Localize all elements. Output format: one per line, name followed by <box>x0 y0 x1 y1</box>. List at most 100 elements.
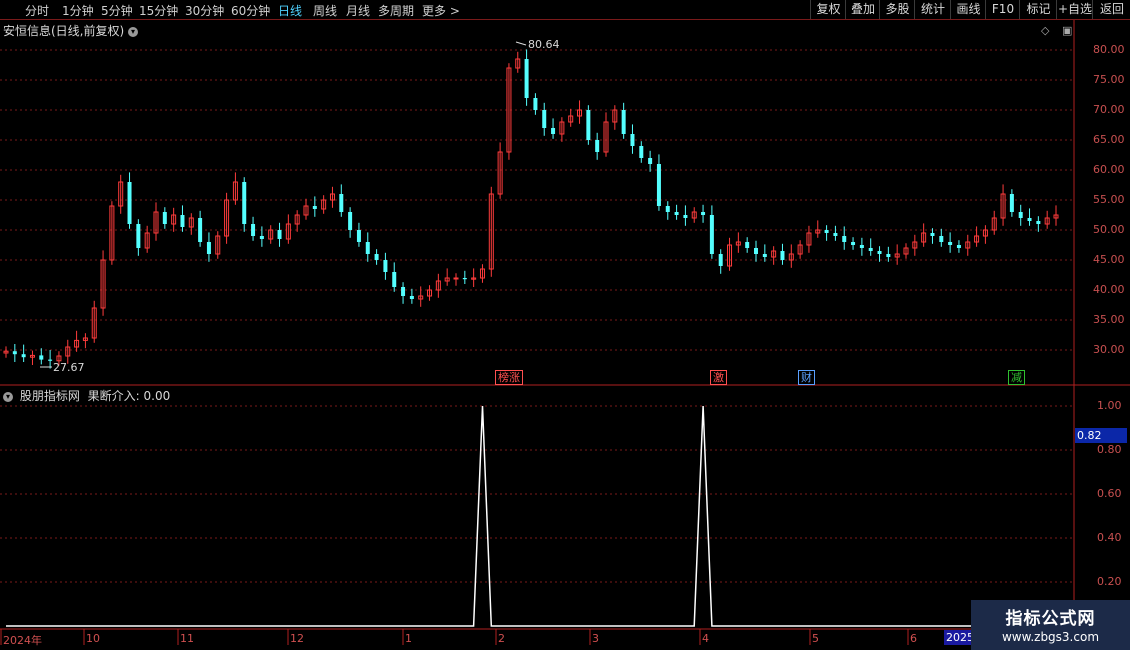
candle-body <box>312 206 317 209</box>
indicator-y-tick-label: 0.60 <box>1097 487 1122 500</box>
high-price-label: 80.64 <box>528 38 560 51</box>
candle-body <box>780 251 785 260</box>
date-tick-label: 3 <box>592 632 599 645</box>
candle-body <box>674 212 679 215</box>
candle-body <box>12 351 17 355</box>
candle-body <box>453 277 459 280</box>
candle-body <box>48 359 53 361</box>
candle-body <box>1036 221 1041 224</box>
low-price-label: 27.67 <box>53 361 85 374</box>
candle-body <box>956 245 961 248</box>
candle-body <box>930 233 935 236</box>
date-tick-label: 1 <box>405 632 412 645</box>
candle-body <box>242 182 247 224</box>
date-tick-label: 12 <box>290 632 304 645</box>
y-tick-label: 60.00 <box>1093 163 1125 176</box>
y-tick-label: 70.00 <box>1093 103 1125 116</box>
candle-body <box>401 287 406 296</box>
chevron-down-icon[interactable]: ▾ <box>3 391 13 402</box>
candle-body <box>595 140 600 152</box>
candle-body <box>621 110 626 134</box>
candle-body <box>374 254 379 260</box>
candle-body <box>551 128 556 134</box>
candle-body <box>859 245 864 248</box>
candle-body <box>21 354 26 358</box>
candle-body <box>1009 194 1014 212</box>
y-tick-label: 40.00 <box>1093 283 1125 296</box>
event-marker-2[interactable]: 财 <box>798 370 815 385</box>
y-tick-label: 45.00 <box>1093 253 1125 266</box>
candle-body <box>833 233 838 236</box>
candle-body <box>180 215 185 227</box>
candle-body <box>409 296 414 299</box>
watermark: 指标公式网 www.zbgs3.com <box>971 600 1130 650</box>
candle-body <box>754 248 758 254</box>
candle-body <box>206 242 211 254</box>
indicator-y-tick-label: 0.20 <box>1097 575 1122 588</box>
date-tick-label: 2024年 <box>3 634 42 647</box>
high-pointer <box>515 41 527 46</box>
y-tick-label: 30.00 <box>1093 343 1125 356</box>
candle-body <box>656 164 661 206</box>
candle-body <box>718 254 723 266</box>
candle-body <box>630 134 635 146</box>
date-tick-label: 11 <box>180 632 194 645</box>
indicator-name: 股朋指标网 <box>19 389 80 403</box>
event-marker-3[interactable]: 减 <box>1008 370 1025 385</box>
candle-body <box>1018 212 1023 218</box>
date-tick-label: 6 <box>910 632 917 645</box>
watermark-title: 指标公式网 <box>1005 609 1096 629</box>
candle-body <box>665 206 670 212</box>
date-tick-label: 5 <box>812 632 819 645</box>
indicator-value: 果断介入: 0.00 <box>87 389 171 403</box>
indicator-panel-title: ▾ 股朋指标网 果断介入: 0.00 <box>3 387 170 404</box>
candle-body <box>948 242 953 245</box>
candle-body <box>939 236 944 242</box>
candle-body <box>251 224 256 236</box>
candle-body <box>127 182 132 224</box>
indicator-line <box>6 405 1056 627</box>
candle-body <box>683 215 688 218</box>
candle-body <box>648 158 653 164</box>
candle-body <box>392 272 397 287</box>
candle-body <box>348 212 353 230</box>
candle-body <box>1027 218 1032 221</box>
y-tick-label: 55.00 <box>1093 193 1125 206</box>
candle-body <box>868 248 873 251</box>
chart-canvas <box>0 20 1130 645</box>
candle-body <box>851 242 856 245</box>
candle-body <box>365 242 370 254</box>
candle-body <box>824 230 829 233</box>
date-tick-label: 2 <box>498 632 505 645</box>
indicator-pointer-value: 0.82 <box>1075 428 1127 443</box>
candle-body <box>383 260 388 272</box>
candle-body <box>198 218 203 242</box>
candle-body <box>639 146 644 158</box>
y-tick-label: 65.00 <box>1093 133 1125 146</box>
candle-body <box>701 212 706 215</box>
watermark-url: www.zbgs3.com <box>1001 630 1100 644</box>
candle-body <box>356 230 361 242</box>
candle-body <box>39 355 44 360</box>
date-tick-label: 10 <box>86 632 100 645</box>
y-tick-label: 75.00 <box>1093 73 1125 86</box>
candle-body <box>277 230 282 239</box>
candle-body <box>842 236 847 242</box>
event-marker-0[interactable]: 榜涨 <box>495 370 523 385</box>
candle-body <box>877 251 882 254</box>
candle-body <box>745 242 750 248</box>
indicator-y-tick-label: 0.80 <box>1097 443 1122 456</box>
candle-body <box>533 98 538 110</box>
candle-body <box>542 110 547 128</box>
y-tick-label: 80.00 <box>1093 43 1125 56</box>
candle-body <box>339 194 344 212</box>
indicator-y-tick-label: 0.40 <box>1097 531 1122 544</box>
candle-body <box>709 215 714 254</box>
candle-body <box>762 254 767 257</box>
candle-body <box>136 224 141 248</box>
candle-body <box>524 59 529 98</box>
candle-body <box>886 254 891 257</box>
indicator-y-tick-label: 1.00 <box>1097 399 1122 412</box>
event-marker-1[interactable]: 激 <box>710 370 727 385</box>
candle-body <box>162 212 167 224</box>
